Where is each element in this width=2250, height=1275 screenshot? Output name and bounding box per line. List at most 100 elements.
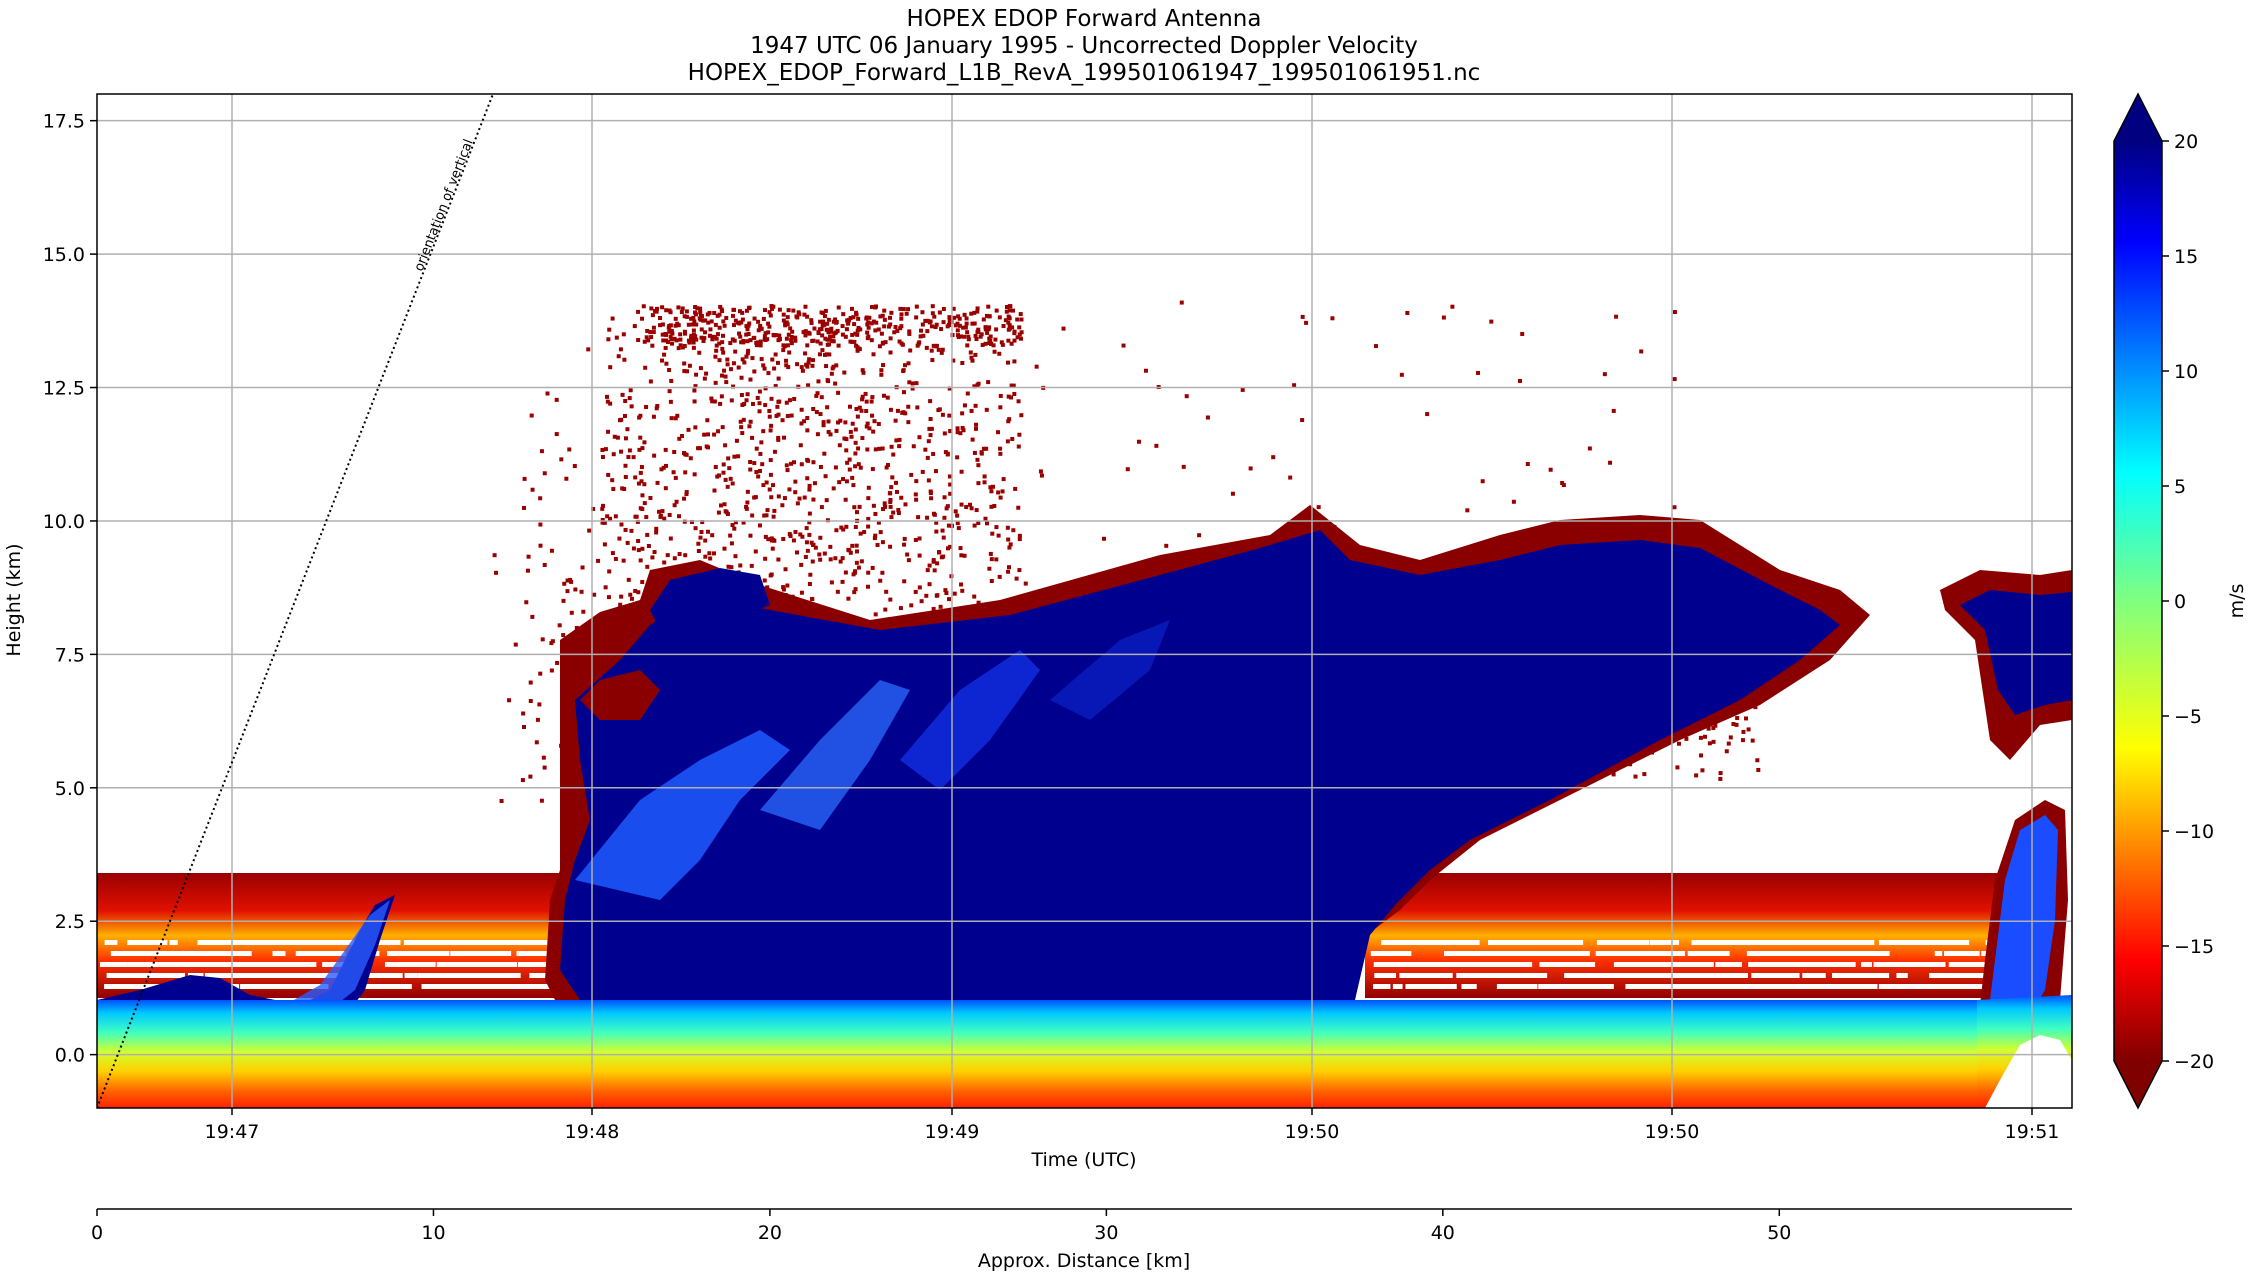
noise-speck [811,460,816,465]
noise-speck [843,497,848,502]
noise-speck [1292,383,1297,388]
noise-speck [902,579,907,584]
noise-speck [1698,735,1703,740]
noise-speck [827,337,832,342]
noise-speck [644,404,649,409]
noise-speck [776,412,781,417]
noise-speck [1000,489,1005,494]
noise-speck [626,455,631,460]
noise-speck [957,323,962,328]
noise-speck [940,412,945,417]
noise-speck [732,526,737,531]
noise-speck [1734,722,1739,727]
colorbar-tick-label: 5 [2174,476,2186,498]
noise-speck [886,462,891,467]
noise-speck [679,310,684,315]
noise-speck [799,365,804,370]
noise-speck [670,331,675,336]
noise-speck [737,321,742,326]
noise-speck [920,322,925,327]
noise-speck [855,328,860,333]
noise-speck [767,414,772,419]
noise-speck [682,314,687,319]
noise-speck [928,399,933,404]
noise-speck [843,420,848,425]
band-gap [1962,962,1984,967]
noise-speck [693,425,698,430]
noise-speck [763,403,768,408]
noise-speck [870,395,875,400]
noise-speck [615,435,620,440]
noise-speck [696,541,701,546]
noise-speck [623,399,628,404]
noise-speck [655,403,660,408]
noise-speck [623,474,628,479]
noise-speck [663,486,668,491]
noise-speck [693,305,698,310]
noise-speck [640,493,645,498]
noise-speck [930,358,935,363]
noise-speck [636,309,641,314]
noise-speck [985,330,990,335]
noise-speck [659,467,664,472]
noise-speck [878,314,883,319]
noise-speck [833,465,838,470]
noise-speck [649,335,654,340]
noise-speck [613,556,618,561]
noise-speck [1639,349,1644,354]
noise-speck [853,464,858,469]
noise-speck [581,609,586,614]
noise-speck [1017,533,1022,538]
noise-speck [901,368,906,373]
noise-speck [776,437,781,442]
noise-speck [787,487,792,492]
noise-speck [998,405,1003,410]
noise-speck [507,698,512,703]
band-gap [405,962,434,967]
noise-speck [631,546,636,551]
noise-speck [692,472,697,477]
noise-speck [898,326,903,331]
noise-speck [777,337,782,342]
noise-speck [664,308,669,313]
noise-speck [908,348,913,353]
band-gap [1737,940,1771,945]
noise-speck [698,313,703,318]
noise-speck [631,455,636,460]
noise-speck [1016,505,1021,510]
noise-speck [998,446,1003,451]
noise-speck [1039,473,1044,478]
noise-speck [826,429,831,434]
band-gap [1647,962,1679,967]
noise-speck [1304,320,1309,325]
noise-speck [654,530,659,535]
noise-speck [818,412,823,417]
noise-speck [733,349,738,354]
noise-speck [916,515,921,520]
noise-speck [964,321,969,326]
noise-speck [1019,317,1024,322]
noise-speck [660,305,665,310]
noise-speck [871,503,876,508]
noise-speck [707,551,712,556]
band-gap [1565,973,1595,978]
noise-speck [958,334,963,339]
noise-speck [997,315,1002,320]
noise-speck [858,465,863,470]
noise-speck [798,532,803,537]
noise-speck [667,512,672,517]
noise-speck [674,499,679,504]
noise-speck [619,449,624,454]
noise-speck [851,315,856,320]
noise-speck [863,391,868,396]
noise-speck [1010,325,1015,330]
noise-speck [856,316,861,321]
noise-speck [809,318,814,323]
noise-speck [492,553,497,558]
noise-speck [720,346,725,351]
noise-speck [914,479,919,484]
noise-speck [942,495,947,500]
band-gap [1726,984,1746,989]
noise-speck [934,593,939,598]
noise-speck [888,407,893,412]
